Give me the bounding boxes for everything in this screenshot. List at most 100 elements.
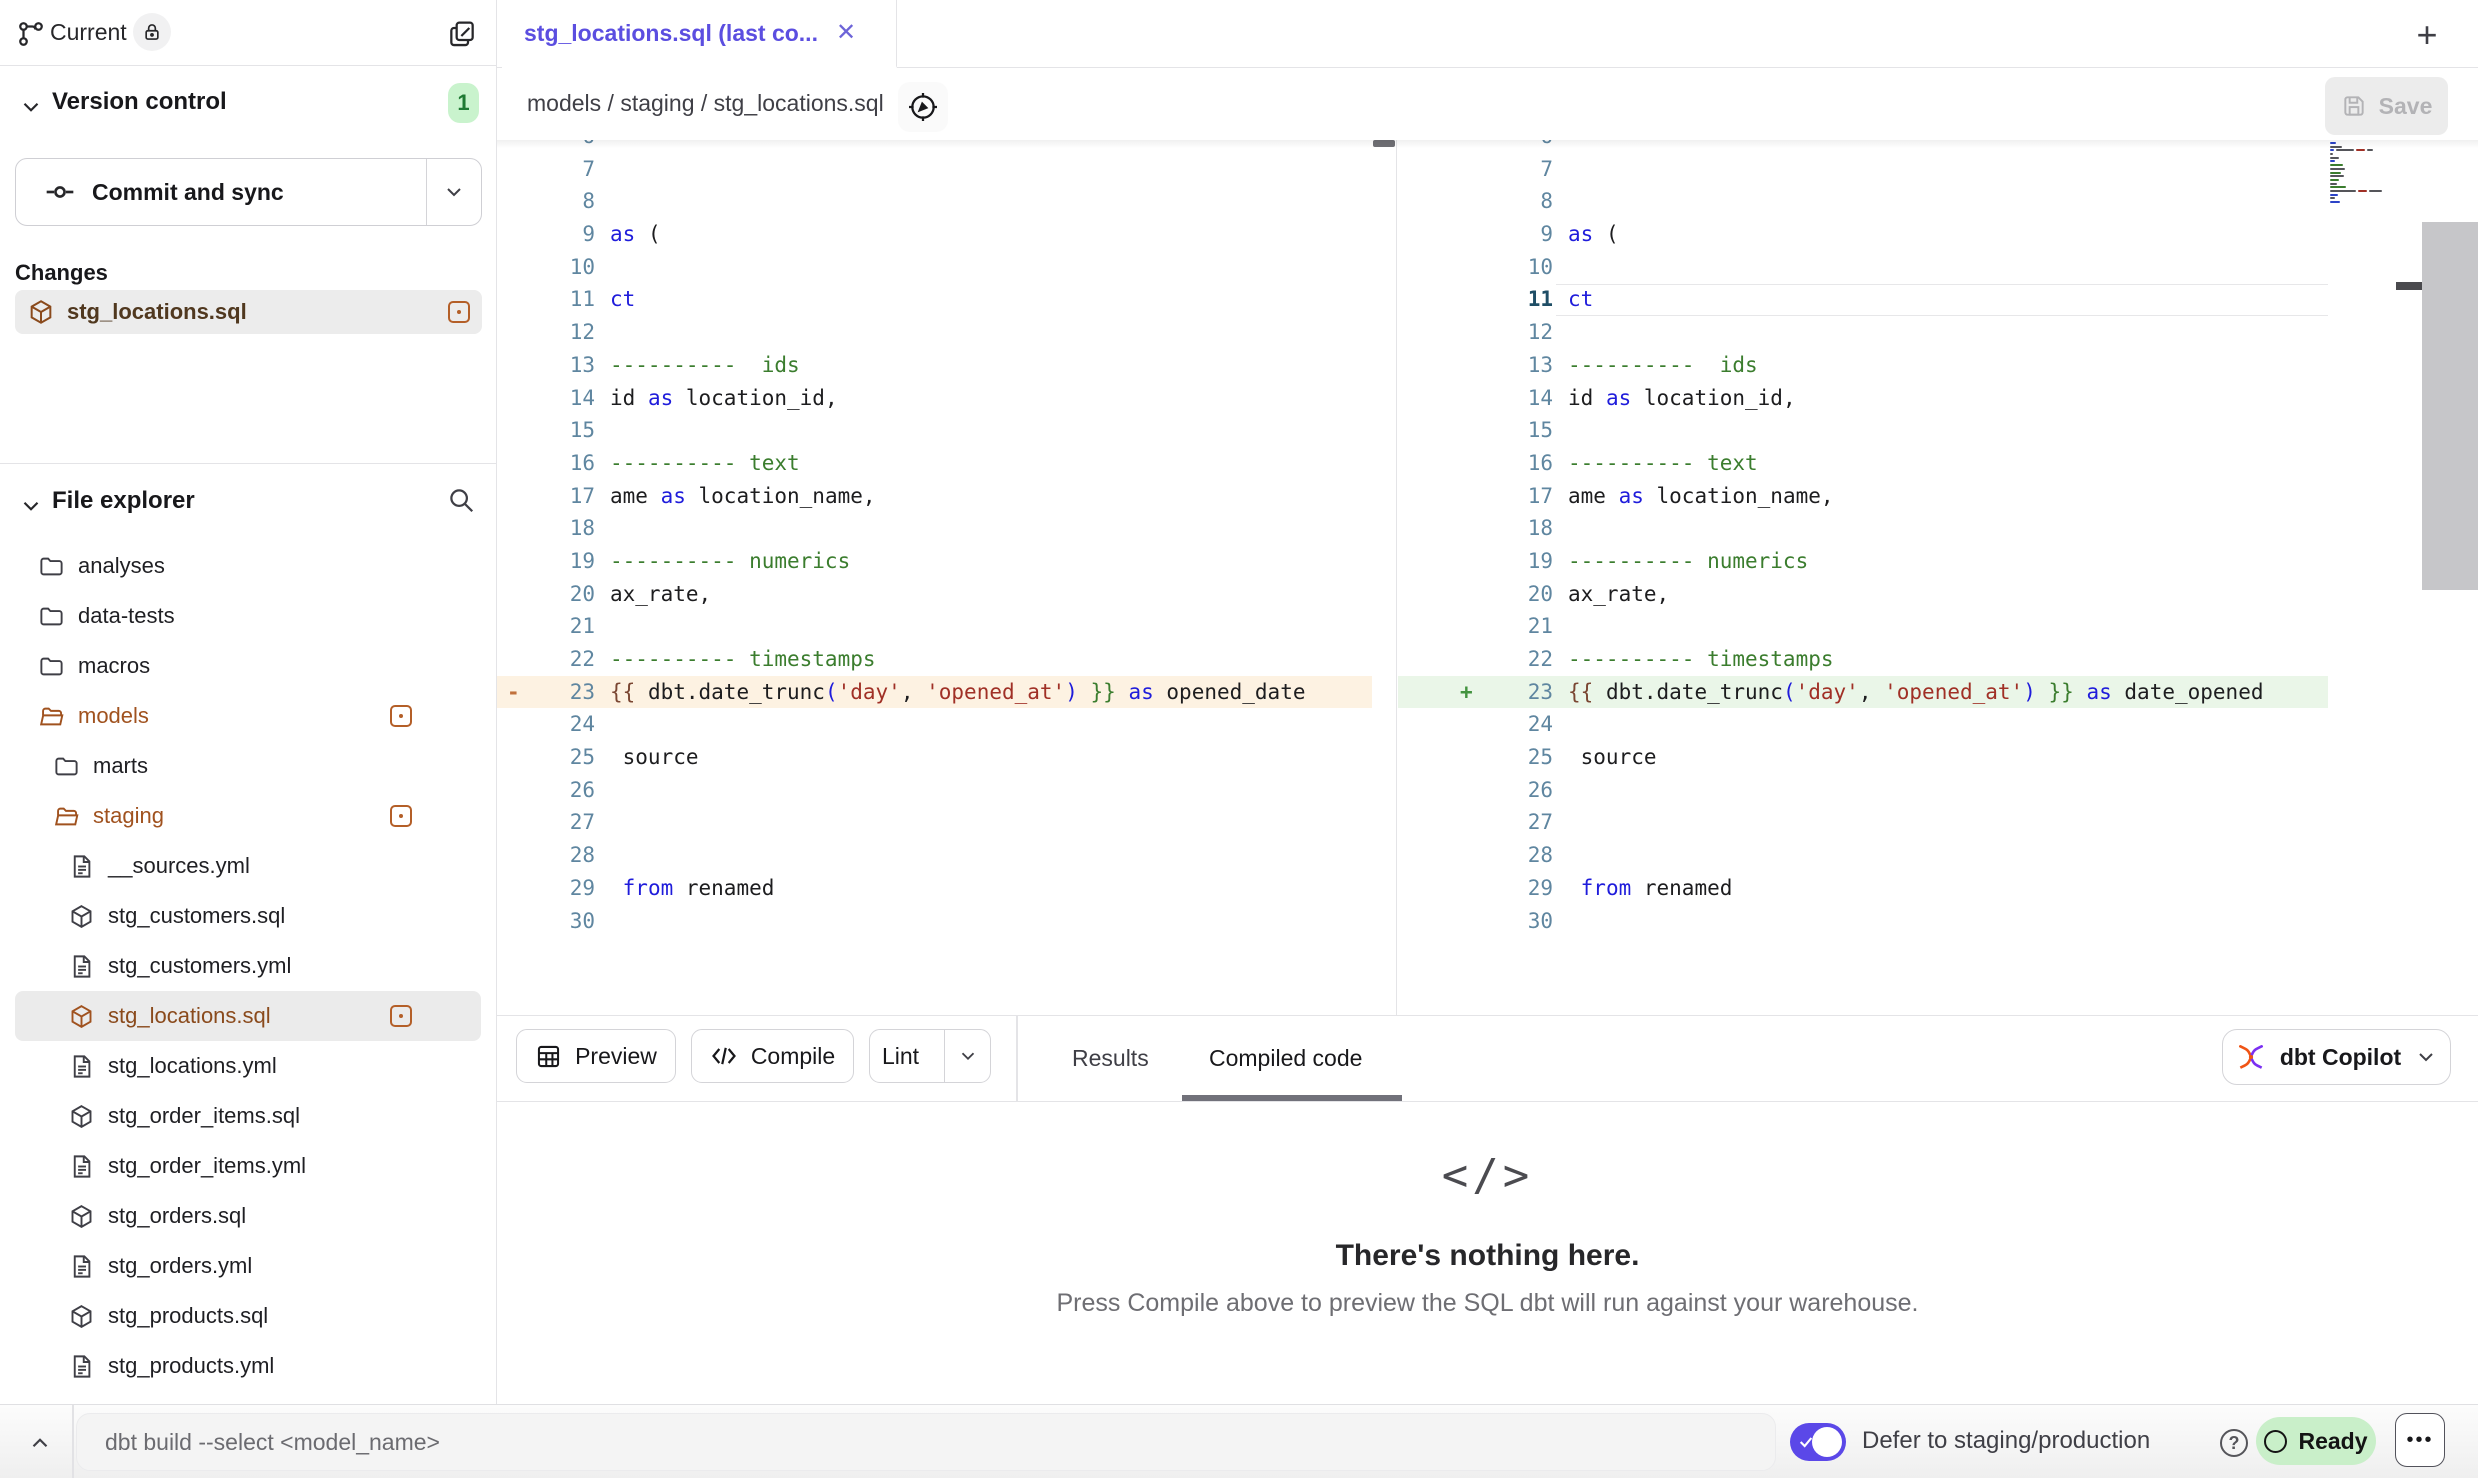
- code-line[interactable]: 26: [497, 774, 1372, 807]
- code-line[interactable]: 21: [1398, 610, 2328, 643]
- code-line[interactable]: 15: [497, 414, 1372, 447]
- breadcrumb[interactable]: models / staging / stg_locations.sql: [527, 90, 884, 117]
- code-line[interactable]: 20ax_rate,: [1398, 578, 2328, 611]
- tree-item-stg_order_items.yml[interactable]: stg_order_items.yml: [15, 1141, 481, 1191]
- page-scrollbar[interactable]: [2422, 222, 2478, 590]
- code-line[interactable]: 25 source: [497, 741, 1372, 774]
- code-line[interactable]: 30: [497, 905, 1372, 938]
- code-line[interactable]: 7: [497, 153, 1372, 186]
- code-line[interactable]: 20ax_rate,: [497, 578, 1372, 611]
- code-line[interactable]: 10: [497, 251, 1372, 284]
- tab-stg-locations-sql[interactable]: stg_locations.sql (last co... ✕: [502, 0, 897, 68]
- code-line[interactable]: 24: [497, 708, 1372, 741]
- tree-item-analyses[interactable]: analyses: [15, 541, 481, 591]
- diff-pane-modified[interactable]: 6789as (1011ct1213---------- ids14id as …: [1398, 140, 2478, 1015]
- branch-name[interactable]: Current: [50, 19, 127, 46]
- tab-results[interactable]: Results: [1072, 1016, 1149, 1101]
- code-line[interactable]: 14id as location_id,: [497, 382, 1372, 415]
- code-line[interactable]: 18: [1398, 512, 2328, 545]
- tab-compiled-code[interactable]: Compiled code: [1209, 1016, 1362, 1101]
- minimap[interactable]: [2330, 142, 2400, 206]
- defer-toggle[interactable]: [1790, 1423, 1846, 1461]
- save-button[interactable]: Save: [2325, 77, 2448, 135]
- changed-file-stg-locations[interactable]: stg_locations.sql: [15, 290, 482, 334]
- tree-item-data-tests[interactable]: data-tests: [15, 591, 481, 641]
- tree-item-stg_customers.yml[interactable]: stg_customers.yml: [15, 941, 481, 991]
- lineage-button[interactable]: [898, 82, 948, 132]
- code-line[interactable]: 29 from renamed: [497, 872, 1372, 905]
- version-control-header[interactable]: Version control 1: [0, 80, 496, 130]
- tree-item-stg_orders.sql[interactable]: stg_orders.sql: [15, 1191, 481, 1241]
- tree-item-models[interactable]: models: [15, 691, 481, 741]
- lint-options-button[interactable]: [944, 1030, 990, 1082]
- code-line[interactable]: 25 source: [1398, 741, 2328, 774]
- compile-button[interactable]: Compile: [691, 1029, 854, 1083]
- code-line[interactable]: 9as (: [497, 218, 1372, 251]
- tree-item-staging[interactable]: staging: [15, 791, 481, 841]
- tree-item-stg_locations.yml[interactable]: stg_locations.yml: [15, 1041, 481, 1091]
- code-line[interactable]: 13---------- ids: [497, 349, 1372, 382]
- code-line[interactable]: 8: [1398, 185, 2328, 218]
- tree-item-stg_customers.sql[interactable]: stg_customers.sql: [15, 891, 481, 941]
- diff-pane-original[interactable]: 6789as (1011ct1213---------- ids14id as …: [497, 140, 1397, 1015]
- tree-item-stg_orders.yml[interactable]: stg_orders.yml: [15, 1241, 481, 1291]
- tree-item-marts[interactable]: marts: [15, 741, 481, 791]
- command-input[interactable]: dbt build --select <model_name>: [76, 1413, 1776, 1471]
- lint-button[interactable]: Lint: [870, 1043, 931, 1070]
- search-icon[interactable]: [446, 485, 478, 517]
- code-line[interactable]: 7: [1398, 153, 2328, 186]
- code-line[interactable]: 14id as location_id,: [1398, 382, 2328, 415]
- collapse-panel-button[interactable]: [22, 1429, 58, 1457]
- code-line[interactable]: +23{{ dbt.date_trunc('day', 'opened_at')…: [1398, 676, 2328, 709]
- help-icon[interactable]: ?: [2220, 1429, 2248, 1457]
- code-line[interactable]: 10: [1398, 251, 2328, 284]
- code-line[interactable]: 22---------- timestamps: [1398, 643, 2328, 676]
- code-line[interactable]: 19---------- numerics: [1398, 545, 2328, 578]
- tree-item-stg_order_items.sql[interactable]: stg_order_items.sql: [15, 1091, 481, 1141]
- scrollbar-thumb[interactable]: [2396, 282, 2422, 290]
- code-line[interactable]: 21: [497, 610, 1372, 643]
- code-line[interactable]: 6: [497, 140, 1372, 153]
- code-line[interactable]: 16---------- text: [1398, 447, 2328, 480]
- code-line[interactable]: 6: [1398, 140, 2328, 153]
- dbt-copilot-button[interactable]: dbt Copilot: [2222, 1029, 2451, 1085]
- code-line[interactable]: 15: [1398, 414, 2328, 447]
- code-line[interactable]: 30: [1398, 905, 2328, 938]
- code-line[interactable]: 11ct: [1398, 283, 2328, 316]
- code-line[interactable]: 22---------- timestamps: [497, 643, 1372, 676]
- code-line[interactable]: 26: [1398, 774, 2328, 807]
- duplicate-icon[interactable]: [446, 18, 478, 50]
- code-line[interactable]: 29 from renamed: [1398, 872, 2328, 905]
- close-icon[interactable]: ✕: [836, 21, 856, 45]
- code-line[interactable]: 28: [497, 839, 1372, 872]
- new-tab-button[interactable]: +: [2406, 14, 2448, 56]
- code-line[interactable]: 27: [1398, 806, 2328, 839]
- code-line[interactable]: 16---------- text: [497, 447, 1372, 480]
- code-line[interactable]: 27: [497, 806, 1372, 839]
- code-line[interactable]: 18: [497, 512, 1372, 545]
- code-line[interactable]: 17ame as location_name,: [1398, 480, 2328, 513]
- tree-item-macros[interactable]: macros: [15, 641, 481, 691]
- code-line[interactable]: 8: [497, 185, 1372, 218]
- code-line[interactable]: 19---------- numerics: [497, 545, 1372, 578]
- code-line[interactable]: 13---------- ids: [1398, 349, 2328, 382]
- code-line[interactable]: 17ame as location_name,: [497, 480, 1372, 513]
- code-line[interactable]: -23{{ dbt.date_trunc('day', 'opened_at')…: [497, 676, 1372, 709]
- code-line[interactable]: 12: [497, 316, 1372, 349]
- tree-item-__sources.yml[interactable]: __sources.yml: [15, 841, 481, 891]
- changes-section-label: Changes: [15, 260, 108, 286]
- code-line[interactable]: 11ct: [497, 283, 1372, 316]
- tree-item-stg_products.sql[interactable]: stg_products.sql: [15, 1291, 481, 1341]
- commit-options-button[interactable]: [426, 159, 481, 225]
- file-explorer-header[interactable]: File explorer: [0, 464, 496, 541]
- commit-and-sync-button[interactable]: Commit and sync: [16, 159, 426, 225]
- tree-item-stg_locations.sql[interactable]: stg_locations.sql: [15, 991, 481, 1041]
- code-line[interactable]: 28: [1398, 839, 2328, 872]
- preview-button[interactable]: Preview: [516, 1029, 676, 1083]
- code-line[interactable]: 12: [1398, 316, 2328, 349]
- code-line[interactable]: 24: [1398, 708, 2328, 741]
- code-line[interactable]: 9as (: [1398, 218, 2328, 251]
- scrollbar-thumb[interactable]: [1373, 140, 1395, 147]
- more-options-button[interactable]: •••: [2395, 1413, 2445, 1467]
- tree-item-stg_products.yml[interactable]: stg_products.yml: [15, 1341, 481, 1391]
